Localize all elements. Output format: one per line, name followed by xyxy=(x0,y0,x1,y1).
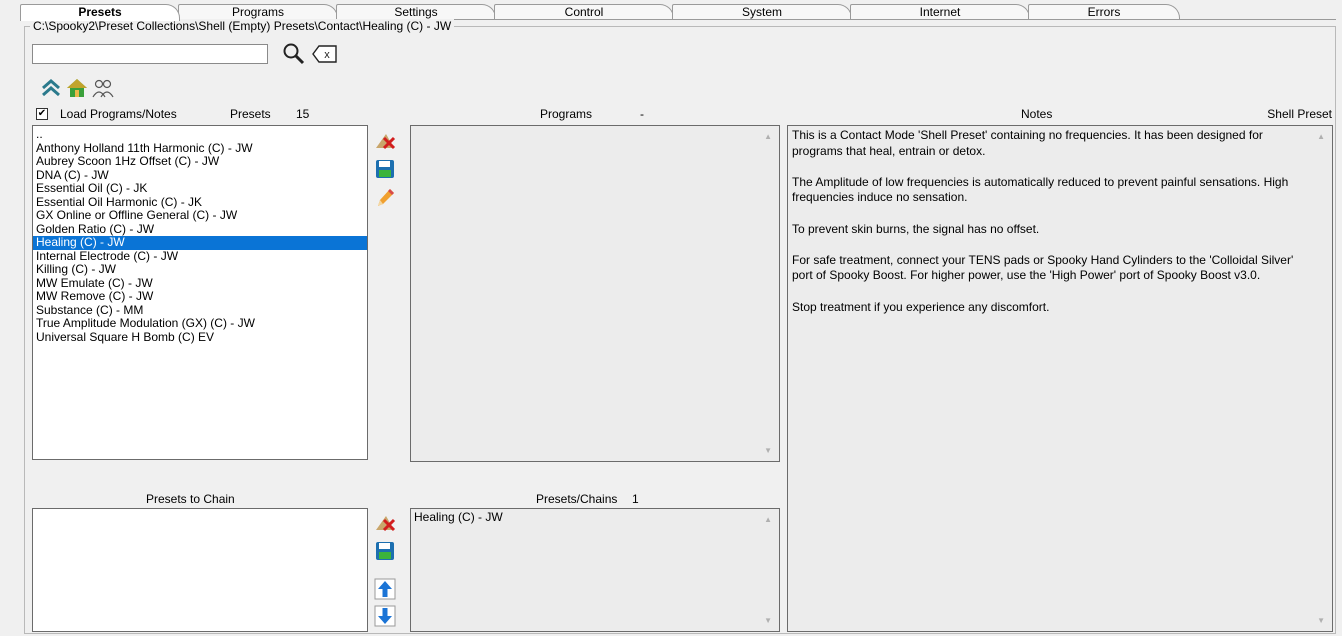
list-item[interactable]: MW Remove (C) - JW xyxy=(33,289,367,304)
list-item[interactable]: Internal Electrode (C) - JW xyxy=(33,249,367,264)
programs-label: Programs xyxy=(540,107,593,121)
search-input[interactable] xyxy=(32,44,268,64)
presets-chains-list[interactable]: Healing (C) - JW ▲ ▼ xyxy=(410,508,780,632)
load-programs-label: Load Programs/Notes xyxy=(60,107,177,121)
presets-to-chain-label: Presets to Chain xyxy=(146,492,235,506)
list-item[interactable]: .. xyxy=(33,127,367,142)
list-item[interactable]: Essential Oil Harmonic (C) - JK xyxy=(33,195,367,210)
tab-internet[interactable]: Internet xyxy=(850,4,1030,20)
notes-paragraph: For safe treatment, connect your TENS pa… xyxy=(792,252,1294,283)
list-item[interactable]: True Amplitude Modulation (GX) (C) - JW xyxy=(33,316,367,331)
tab-system[interactable]: System xyxy=(672,4,852,20)
notes-paragraph: This is a Contact Mode 'Shell Preset' co… xyxy=(792,128,1263,158)
preset-path: C:\Spooky2\Preset Collections\Shell (Emp… xyxy=(30,19,455,33)
home-icon[interactable] xyxy=(66,77,88,99)
presets-chains-count: 1 xyxy=(632,492,639,506)
tab-control[interactable]: Control xyxy=(494,4,674,20)
programs-count: - xyxy=(640,107,644,121)
list-item[interactable]: MW Emulate (C) - JW xyxy=(33,276,367,291)
scroll-down-arrow[interactable]: ▼ xyxy=(764,446,772,455)
list-item[interactable]: Essential Oil (C) - JK xyxy=(33,181,367,196)
users-icon[interactable] xyxy=(92,77,114,99)
tab-presets[interactable]: Presets xyxy=(20,4,180,21)
magnifier-icon[interactable] xyxy=(282,42,306,66)
tab-errors[interactable]: Errors xyxy=(1028,4,1180,20)
notes-paragraph: To prevent skin burns, the signal has no… xyxy=(792,221,1040,236)
list-item[interactable]: Killing (C) - JW xyxy=(33,262,367,277)
programs-list[interactable]: ▲ ▼ xyxy=(410,125,780,462)
scroll-down-arrow[interactable]: ▼ xyxy=(1317,616,1325,625)
scroll-down-arrow[interactable]: ▼ xyxy=(764,616,772,625)
save-icon[interactable] xyxy=(374,158,396,180)
svg-text:x: x xyxy=(324,49,330,61)
arrow-up-icon[interactable] xyxy=(374,578,396,600)
scroll-up-arrow[interactable]: ▲ xyxy=(764,132,772,141)
delete-icon[interactable] xyxy=(374,130,396,152)
notes-paragraph: Stop treatment if you experience any dis… xyxy=(792,299,1050,314)
load-programs-checkbox[interactable]: ✔ xyxy=(36,108,48,120)
list-item[interactable]: Substance (C) - MM xyxy=(33,303,367,318)
arrow-down-icon[interactable] xyxy=(374,605,396,627)
notes-paragraph: The Amplitude of low frequencies is auto… xyxy=(792,174,1289,205)
list-item[interactable]: Golden Ratio (C) - JW xyxy=(33,222,367,237)
presets-to-chain-list[interactable] xyxy=(32,508,368,632)
list-item[interactable]: DNA (C) - JW xyxy=(33,168,367,183)
list-item[interactable]: Anthony Holland 11th Harmonic (C) - JW xyxy=(33,141,367,156)
list-item[interactable]: Universal Square H Bomb (C) EV xyxy=(33,330,367,345)
presets-list[interactable]: .. Anthony Holland 11th Harmonic (C) - J… xyxy=(32,125,368,460)
notes-label: Notes xyxy=(1021,107,1053,121)
list-item[interactable]: GX Online or Offline General (C) - JW xyxy=(33,208,367,223)
list-item[interactable]: Aubrey Scoon 1Hz Offset (C) - JW xyxy=(33,154,367,169)
list-item[interactable]: Healing (C) - JW xyxy=(411,510,779,525)
notes-type: Shell Preset xyxy=(1267,107,1332,121)
presets-chains-label: Presets/Chains xyxy=(536,492,618,506)
presets-count: 15 xyxy=(296,107,310,121)
edit-icon[interactable] xyxy=(374,186,396,208)
tab-programs[interactable]: Programs xyxy=(178,4,338,20)
tab-bar: Presets Programs Settings Control System… xyxy=(20,4,1180,21)
up-folder-icon[interactable] xyxy=(40,77,62,99)
presets-label: Presets xyxy=(230,107,271,121)
save-icon[interactable] xyxy=(374,540,396,562)
notes-textbox[interactable]: This is a Contact Mode 'Shell Preset' co… xyxy=(787,125,1333,632)
list-item-selected[interactable]: Healing (C) - JW xyxy=(33,235,367,250)
delete-icon[interactable] xyxy=(374,512,396,534)
clear-search-icon[interactable]: x xyxy=(312,44,338,64)
scroll-up-arrow[interactable]: ▲ xyxy=(1317,132,1325,141)
scroll-up-arrow[interactable]: ▲ xyxy=(764,515,772,524)
tab-settings[interactable]: Settings xyxy=(336,4,496,20)
